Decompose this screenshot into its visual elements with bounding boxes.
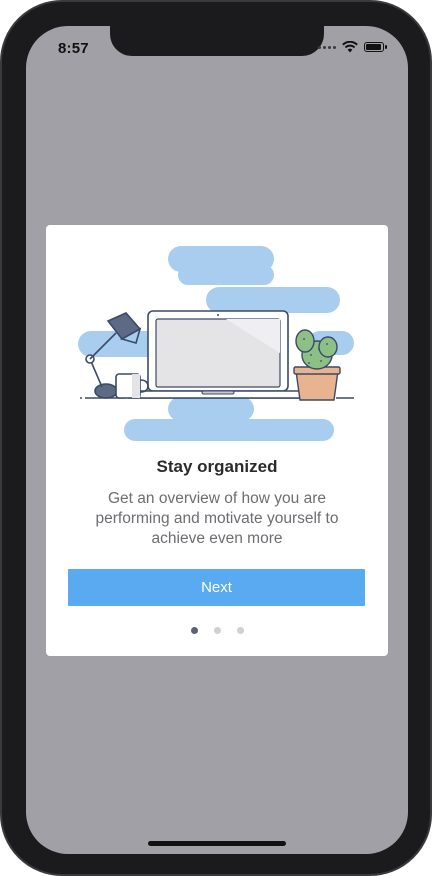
onboarding-title: Stay organized xyxy=(156,457,278,476)
page-dot-3[interactable] xyxy=(236,627,244,634)
page-dot-2[interactable] xyxy=(213,627,221,634)
wifi-icon xyxy=(342,41,358,53)
status-time: 8:57 xyxy=(58,40,89,57)
device-frame: 8:57 Stay organized Get an overview of h… xyxy=(0,0,432,876)
onboarding-card: Stay organized Get an overview of how yo… xyxy=(46,225,388,656)
next-button[interactable]: Next xyxy=(68,569,365,606)
cellular-signal-icon xyxy=(318,45,336,49)
laptop-desk-illustration xyxy=(78,246,354,441)
page-dot-1[interactable] xyxy=(190,627,198,634)
battery-level xyxy=(366,44,382,50)
home-indicator[interactable] xyxy=(148,841,286,846)
battery-icon xyxy=(364,42,387,52)
screen: 8:57 Stay organized Get an overview of h… xyxy=(26,26,408,854)
status-icons xyxy=(318,41,387,53)
notch xyxy=(110,26,324,56)
page-indicator[interactable] xyxy=(46,627,388,634)
onboarding-subtitle: Get an overview of how you are performin… xyxy=(95,490,339,547)
